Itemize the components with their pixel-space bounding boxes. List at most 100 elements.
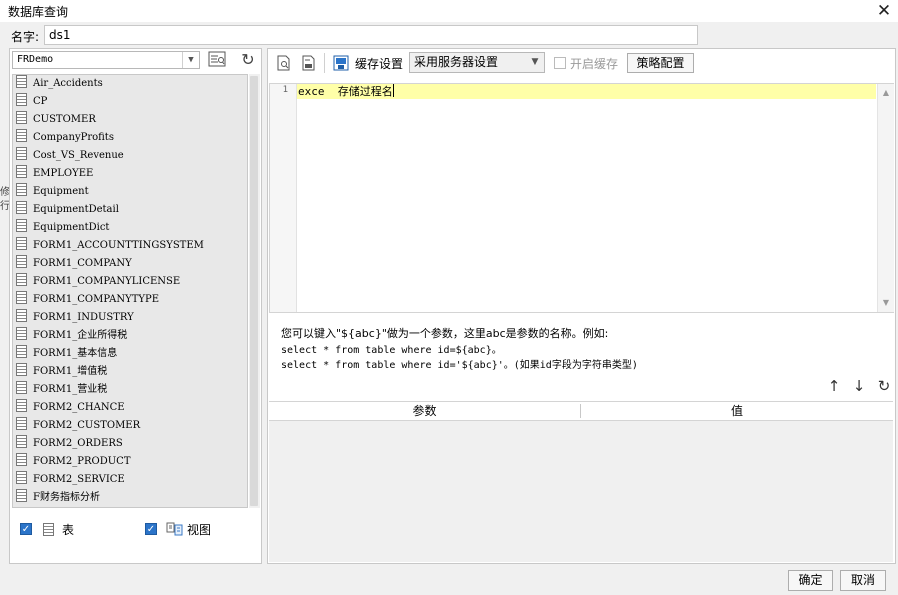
- table-list-scrollbar[interactable]: [249, 74, 260, 508]
- table-row[interactable]: EquipmentDetail: [13, 201, 247, 219]
- scroll-down-icon[interactable]: ▼: [878, 296, 894, 310]
- table-icon: [16, 75, 27, 88]
- move-up-icon[interactable]: ↑: [826, 378, 842, 394]
- connection-value: FRDemo: [17, 54, 54, 65]
- table-row[interactable]: FORM1_企业所得税: [13, 327, 247, 345]
- close-icon[interactable]: ✕: [874, 1, 894, 21]
- table-row[interactable]: EMPLOYEE: [13, 165, 247, 183]
- table-icon: [16, 147, 27, 160]
- table-row[interactable]: FORM1_营业税: [13, 381, 247, 399]
- text-caret: [392, 84, 394, 97]
- scrollbar-thumb[interactable]: [250, 76, 258, 506]
- window-title: 数据库查询: [8, 5, 69, 19]
- table-icon: [16, 165, 27, 178]
- table-row[interactable]: FORM2_ORDERS: [13, 435, 247, 453]
- table-row[interactable]: Equipment: [13, 183, 247, 201]
- cache-settings-label: 缓存设置: [355, 57, 404, 71]
- column-header-value[interactable]: 值: [581, 402, 893, 420]
- cache-icon[interactable]: [333, 55, 349, 71]
- table-row[interactable]: FORM1_COMPANYLICENSE: [13, 273, 247, 291]
- view-icon: [166, 522, 183, 536]
- table-icon: [16, 399, 27, 412]
- table-row[interactable]: CompanyProfits: [13, 129, 247, 147]
- show-tables-label: 表: [62, 523, 75, 537]
- table-icon: [16, 489, 27, 502]
- table-icon: [43, 523, 54, 536]
- scroll-up-icon[interactable]: ▲: [878, 86, 894, 100]
- table-row[interactable]: FORM2_PRODUCT: [13, 453, 247, 471]
- table-icon: [16, 327, 27, 340]
- toolbar-separator: [324, 53, 325, 73]
- sql-editor[interactable]: [269, 83, 894, 313]
- left-edge-text: 修 行: [0, 186, 10, 214]
- show-views-label: 视图: [187, 523, 212, 537]
- table-icon: [16, 237, 27, 250]
- table-row[interactable]: FORM2_CUSTOMER: [13, 417, 247, 435]
- table-icon: [16, 273, 27, 286]
- table-icon: [16, 309, 27, 322]
- table-icon: [16, 381, 27, 394]
- table-row[interactable]: CUSTOMER: [13, 111, 247, 129]
- table-list: Air_Accidents CP CUSTOMER CompanyProfits…: [12, 74, 248, 508]
- cache-mode-select[interactable]: 采用服务器设置 ▼: [409, 52, 545, 73]
- table-icon: [16, 93, 27, 106]
- parameter-example-2: select * from table where id='${abc}'。(如…: [281, 360, 638, 371]
- line-number-gutter: [270, 84, 297, 312]
- editor-scrollbar[interactable]: ▲ ▼: [877, 84, 894, 312]
- table-icon: [16, 435, 27, 448]
- refresh-icon[interactable]: ↻: [238, 51, 258, 69]
- params-table-body[interactable]: [269, 421, 893, 562]
- table-row[interactable]: FORM1_COMPANYTYPE: [13, 291, 247, 309]
- move-down-icon[interactable]: ↓: [851, 378, 867, 394]
- parameter-icon[interactable]: [301, 55, 317, 71]
- table-row[interactable]: Cost_VS_Revenue: [13, 147, 247, 165]
- enable-cache-label: 开启缓存: [570, 57, 619, 71]
- table-row[interactable]: F财务指标分析: [13, 489, 247, 507]
- show-tables-checkbox[interactable]: ✓: [20, 523, 32, 535]
- table-icon: [16, 111, 27, 124]
- line-number: 1: [282, 85, 288, 95]
- chevron-down-icon[interactable]: ▼: [182, 52, 199, 68]
- table-icon: [16, 453, 27, 466]
- parameter-hint: 您可以键入"${abc}"做为一个参数，这里abc是参数的名称。例如:: [281, 327, 609, 340]
- connection-select[interactable]: FRDemo ▼: [12, 51, 200, 69]
- table-icon: [16, 201, 27, 214]
- table-row[interactable]: FORM1_基本信息: [13, 345, 247, 363]
- table-row[interactable]: FORM1_COMPANY: [13, 255, 247, 273]
- table-icon: [16, 417, 27, 430]
- chevron-down-icon[interactable]: ▼: [526, 53, 544, 72]
- table-icon: [16, 255, 27, 268]
- table-row[interactable]: FORM2_SERVICE: [13, 471, 247, 489]
- table-icon: [16, 345, 27, 358]
- table-icon: [16, 471, 27, 484]
- cancel-button[interactable]: 取消: [840, 570, 886, 591]
- table-row[interactable]: FORM1_ACCOUNTTINGSYSTEM: [13, 237, 247, 255]
- code-line[interactable]: exce 存储过程名: [298, 84, 394, 99]
- name-label: 名字:: [11, 30, 40, 44]
- title-bar: [0, 0, 898, 22]
- table-row[interactable]: FORM2_CHANCE: [13, 399, 247, 417]
- preview-icon[interactable]: [276, 55, 292, 71]
- left-edge-char: 修: [0, 187, 10, 198]
- column-header-param[interactable]: 参数: [269, 402, 580, 420]
- table-row[interactable]: FORM1_INDUSTRY: [13, 309, 247, 327]
- enable-cache-checkbox[interactable]: [554, 57, 566, 69]
- table-icon: [16, 183, 27, 196]
- dialog-footer: [0, 567, 898, 595]
- table-icon: [16, 219, 27, 232]
- cache-mode-value: 采用服务器设置: [414, 55, 499, 69]
- table-icon: [16, 363, 27, 376]
- table-row[interactable]: FORM1_增值税: [13, 363, 247, 381]
- params-table-header: 参数 值: [269, 401, 893, 421]
- table-row[interactable]: CP: [13, 93, 247, 111]
- strategy-config-button[interactable]: 策略配置: [627, 53, 694, 73]
- show-views-checkbox[interactable]: ✓: [145, 523, 157, 535]
- table-row[interactable]: EquipmentDict: [13, 219, 247, 237]
- table-row[interactable]: Air_Accidents: [13, 75, 247, 93]
- refresh-params-icon[interactable]: ↻: [876, 378, 892, 394]
- table-icon: [16, 291, 27, 304]
- ok-button[interactable]: 确定: [788, 570, 833, 591]
- left-edge-char: 行: [0, 201, 10, 212]
- name-input[interactable]: ds1: [44, 25, 698, 45]
- sql-preview-icon[interactable]: [207, 51, 227, 69]
